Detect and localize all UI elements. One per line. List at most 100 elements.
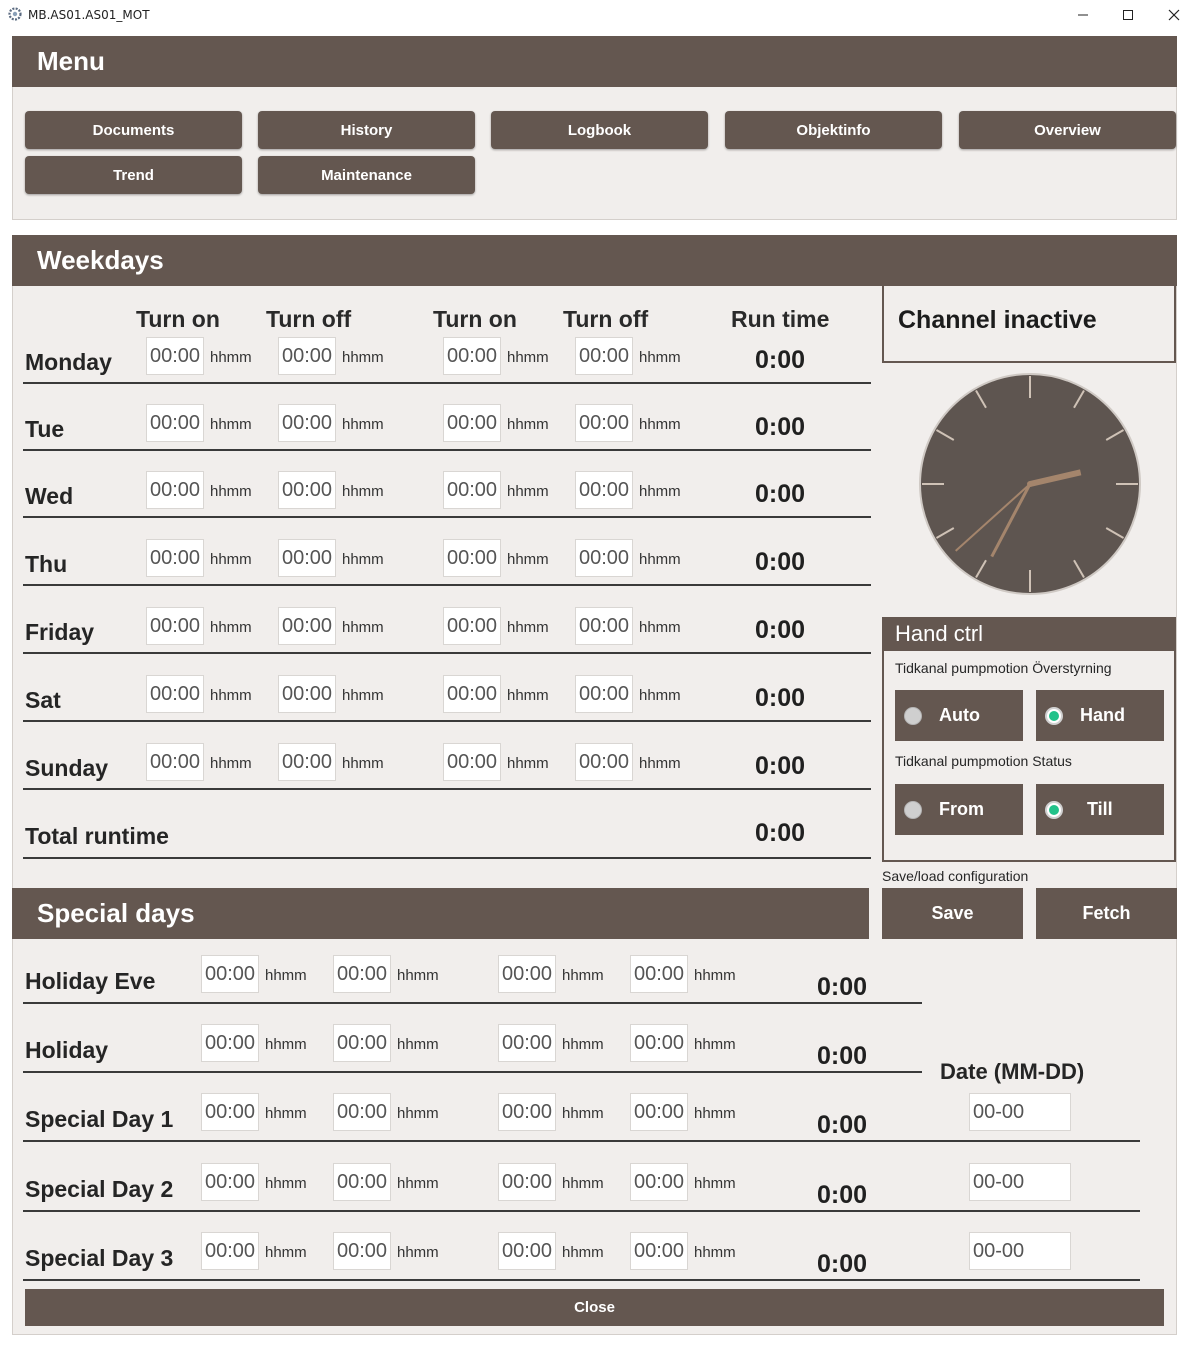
time-input[interactable]: 00:00 — [201, 1163, 259, 1201]
time-input[interactable]: 00:00 — [146, 337, 204, 375]
time-input[interactable]: 00:00 — [630, 1163, 688, 1201]
time-unit: hhmm — [210, 349, 252, 366]
time-input[interactable]: 00:00 — [498, 1093, 556, 1131]
time-unit: hhmm — [265, 1036, 307, 1053]
time-input[interactable]: 00:00 — [630, 955, 688, 993]
time-input[interactable]: 00:00 — [333, 1024, 391, 1062]
fetch-button[interactable]: Fetch — [1036, 888, 1177, 939]
time-input[interactable]: 00:00 — [333, 955, 391, 993]
time-input[interactable]: 00:00 — [146, 404, 204, 442]
time-unit: hhmm — [562, 967, 604, 984]
time-input[interactable]: 00:00 — [443, 337, 501, 375]
time-input[interactable]: 00:00 — [278, 539, 336, 577]
time-input[interactable]: 00:00 — [498, 1232, 556, 1270]
time-unit: hhmm — [265, 967, 307, 984]
status-till-radio[interactable]: Till — [1036, 784, 1164, 835]
window-title: MB.AS01.AS01_MOT — [28, 8, 150, 22]
time-input[interactable]: 00:00 — [630, 1093, 688, 1131]
row-divider — [23, 857, 871, 859]
time-input[interactable]: 00:00 — [443, 607, 501, 645]
history-button[interactable]: History — [258, 111, 475, 149]
time-unit: hhmm — [507, 551, 549, 568]
time-input[interactable]: 00:00 — [278, 743, 336, 781]
time-input[interactable]: 00:00 — [278, 471, 336, 509]
time-unit: hhmm — [507, 416, 549, 433]
date-input[interactable]: 00-00 — [969, 1093, 1071, 1131]
channel-status-text: Channel inactive — [898, 306, 1097, 334]
run-time-value: 0:00 — [755, 346, 806, 374]
maintenance-button[interactable]: Maintenance — [258, 156, 475, 194]
time-input[interactable]: 00:00 — [333, 1163, 391, 1201]
time-input[interactable]: 00:00 — [443, 539, 501, 577]
time-input[interactable]: 00:00 — [630, 1232, 688, 1270]
time-input[interactable]: 00:00 — [575, 675, 633, 713]
time-unit: hhmm — [342, 755, 384, 772]
time-input[interactable]: 00:00 — [201, 1093, 259, 1131]
time-input[interactable]: 00:00 — [201, 955, 259, 993]
day-label: Friday — [25, 619, 95, 645]
minimize-button[interactable] — [1069, 4, 1097, 26]
time-input[interactable]: 00:00 — [443, 743, 501, 781]
time-input[interactable]: 00:00 — [498, 1024, 556, 1062]
time-unit: hhmm — [265, 1175, 307, 1192]
close-window-button[interactable] — [1160, 4, 1188, 26]
time-input[interactable]: 00:00 — [278, 607, 336, 645]
time-input[interactable]: 00:00 — [443, 404, 501, 442]
row-divider — [23, 584, 871, 586]
time-input[interactable]: 00:00 — [146, 539, 204, 577]
time-unit: hhmm — [210, 551, 252, 568]
title-bar: MB.AS01.AS01_MOT — [0, 0, 1196, 29]
time-input[interactable]: 00:00 — [146, 607, 204, 645]
override-hand-radio[interactable]: Hand — [1036, 690, 1164, 741]
override-auto-radio[interactable]: Auto — [895, 690, 1023, 741]
date-input[interactable]: 00-00 — [969, 1232, 1071, 1270]
col-turn-on-1: Turn on — [136, 306, 220, 332]
time-input[interactable]: 00:00 — [498, 955, 556, 993]
time-input[interactable]: 00:00 — [575, 607, 633, 645]
date-input[interactable]: 00-00 — [969, 1163, 1071, 1201]
maximize-button[interactable] — [1114, 4, 1142, 26]
special-day-label: Holiday — [25, 1037, 109, 1063]
trend-button[interactable]: Trend — [25, 156, 242, 194]
save-button[interactable]: Save — [882, 888, 1023, 939]
run-time-value: 0:00 — [755, 548, 806, 576]
time-input[interactable]: 00:00 — [498, 1163, 556, 1201]
status-label: Tidkanal pumpmotion Status — [895, 753, 1072, 769]
time-unit: hhmm — [397, 1105, 439, 1122]
row-divider — [23, 1071, 922, 1073]
time-input[interactable]: 00:00 — [146, 743, 204, 781]
status-from-radio[interactable]: From — [895, 784, 1023, 835]
time-unit: hhmm — [639, 687, 681, 704]
time-input[interactable]: 00:00 — [575, 404, 633, 442]
time-input[interactable]: 00:00 — [201, 1024, 259, 1062]
time-input[interactable]: 00:00 — [575, 539, 633, 577]
run-time-value: 0:00 — [817, 1111, 868, 1139]
close-button[interactable]: Close — [25, 1289, 1164, 1326]
time-input[interactable]: 00:00 — [201, 1232, 259, 1270]
objektinfo-button[interactable]: Objektinfo — [725, 111, 942, 149]
time-input[interactable]: 00:00 — [575, 471, 633, 509]
time-input[interactable]: 00:00 — [443, 675, 501, 713]
time-unit: hhmm — [210, 416, 252, 433]
time-unit: hhmm — [265, 1244, 307, 1261]
time-input[interactable]: 00:00 — [278, 337, 336, 375]
special-day-label: Special Day 2 — [25, 1176, 174, 1202]
logbook-button[interactable]: Logbook — [491, 111, 708, 149]
time-input[interactable]: 00:00 — [333, 1093, 391, 1131]
time-input[interactable]: 00:00 — [146, 471, 204, 509]
run-time-value: 0:00 — [755, 684, 806, 712]
time-input[interactable]: 00:00 — [575, 743, 633, 781]
time-input[interactable]: 00:00 — [333, 1232, 391, 1270]
documents-button[interactable]: Documents — [25, 111, 242, 149]
time-input[interactable]: 00:00 — [278, 675, 336, 713]
time-input[interactable]: 00:00 — [575, 337, 633, 375]
run-time-value: 0:00 — [817, 1250, 868, 1278]
time-input[interactable]: 00:00 — [146, 675, 204, 713]
overview-button[interactable]: Overview — [959, 111, 1176, 149]
time-unit: hhmm — [562, 1244, 604, 1261]
time-unit: hhmm — [397, 1036, 439, 1053]
time-input[interactable]: 00:00 — [443, 471, 501, 509]
special-day-label: Special Day 3 — [25, 1245, 174, 1271]
time-input[interactable]: 00:00 — [630, 1024, 688, 1062]
time-input[interactable]: 00:00 — [278, 404, 336, 442]
